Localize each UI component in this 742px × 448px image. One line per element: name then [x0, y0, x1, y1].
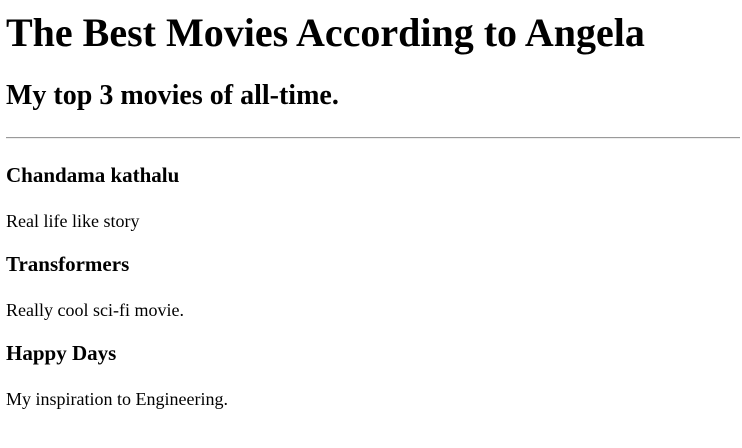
movie-description: My inspiration to Engineering. — [6, 389, 228, 409]
page-title: The Best Movies According to Angela — [6, 10, 645, 55]
movie-description: Really cool sci-fi movie. — [6, 300, 184, 320]
movie-item: Transformers Really cool sci-fi movie. — [6, 252, 740, 321]
movie-item: Happy Days My inspiration to Engineering… — [6, 341, 740, 410]
movie-title: Happy Days — [6, 341, 117, 365]
divider — [6, 137, 740, 139]
movie-title: Chandama kathalu — [6, 163, 180, 187]
movie-list: Chandama kathalu Real life like story Tr… — [6, 163, 740, 410]
movie-item: Chandama kathalu Real life like story — [6, 163, 740, 232]
movie-description: Real life like story — [6, 211, 140, 231]
movie-title: Transformers — [6, 252, 130, 276]
page-subtitle: My top 3 movies of all-time. — [6, 80, 339, 111]
